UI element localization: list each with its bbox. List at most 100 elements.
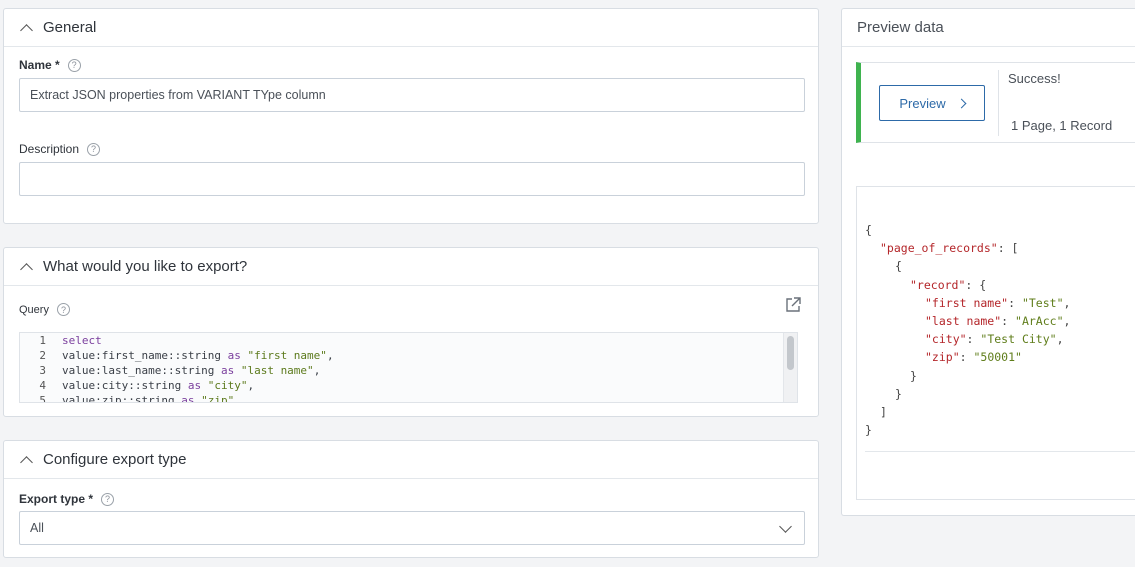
json-token: : { <box>965 277 987 292</box>
export-type-label: Export type * ? <box>19 492 115 506</box>
chevron-up-icon[interactable] <box>20 262 33 276</box>
preview-status-card: Preview Success! 1 Page, 1 Record <box>856 62 1135 143</box>
json-line: "last name": "ArAcc", <box>865 312 1070 330</box>
json-token: "first name" <box>925 295 1009 310</box>
json-token: "50001" <box>973 350 1022 365</box>
code-token: , <box>326 349 334 362</box>
help-circle-icon[interactable]: ? <box>56 303 70 316</box>
general-header[interactable]: General <box>4 9 818 47</box>
status-divider <box>998 70 999 136</box>
code-line[interactable]: 1 select <box>20 333 797 348</box>
description-label: Description ? <box>19 142 101 156</box>
query-label: Query ? <box>19 303 70 316</box>
help-circle-icon[interactable]: ? <box>67 58 81 72</box>
json-token: "zip" <box>925 350 960 365</box>
json-bottom-divider <box>865 451 1135 452</box>
json-token: , <box>1056 332 1064 347</box>
json-token: , <box>1063 314 1071 329</box>
code-token: "city" <box>207 379 248 392</box>
json-token: { <box>865 223 872 237</box>
line-number: 2 <box>39 349 46 362</box>
json-line: } <box>865 385 1070 403</box>
json-output: {"page_of_records": [{"record": {"first … <box>865 221 1070 439</box>
code-token: value:first_name::string <box>62 349 228 362</box>
code-token: select <box>62 334 102 347</box>
export-panel: What would you like to export? Query ? 1… <box>3 247 819 417</box>
code-line[interactable]: 3 value:last_name::string as "last name", <box>20 363 797 378</box>
chevron-right-icon <box>956 98 967 108</box>
editor-scrollbar[interactable] <box>783 333 797 402</box>
json-token: "ArAcc" <box>1015 314 1064 329</box>
editor-scrollbar-thumb[interactable] <box>787 336 794 370</box>
json-token: , <box>1063 295 1071 310</box>
code-token: "last name" <box>240 364 314 377</box>
code-line[interactable]: 4 value:city::string as "city", <box>20 378 797 393</box>
code-token: as <box>220 364 235 377</box>
json-token: "last name" <box>925 314 1002 329</box>
export-type-selected: All <box>30 521 44 535</box>
status-text: Success! <box>1008 71 1061 86</box>
export-type-select[interactable]: All <box>19 511 805 545</box>
json-line: "first name": "Test", <box>865 294 1070 312</box>
name-input-value: Extract JSON properties from VARIANT TYp… <box>30 88 326 102</box>
json-token: "city" <box>925 332 967 347</box>
json-token: } <box>910 368 917 383</box>
code-line[interactable]: 2 value:first_name::string as "first name… <box>20 348 797 363</box>
chevron-down-icon[interactable] <box>779 520 792 533</box>
json-line: "zip": "50001" <box>865 348 1070 366</box>
json-token: "record" <box>910 277 966 292</box>
chevron-up-icon[interactable] <box>20 455 33 469</box>
export-title: What would you like to export? <box>43 258 248 275</box>
line-number: 4 <box>39 379 46 392</box>
line-number: 1 <box>39 334 46 347</box>
line-number: 5 <box>39 394 46 403</box>
json-token: "page_of_records" <box>880 241 998 256</box>
record-summary: 1 Page, 1 Record <box>1011 118 1113 133</box>
json-line: ] <box>865 403 1070 421</box>
code-token: as <box>227 349 241 362</box>
code-token: value:city::string <box>62 379 188 392</box>
export-header[interactable]: What would you like to export? <box>4 248 818 286</box>
code-token: as <box>187 379 202 392</box>
name-label: Name * ? <box>19 58 81 72</box>
external-link-icon[interactable] <box>784 296 802 314</box>
description-input[interactable] <box>19 162 805 196</box>
preview-header: Preview data <box>842 9 1135 47</box>
name-input[interactable]: Extract JSON properties from VARIANT TYp… <box>19 78 805 112</box>
export-type-panel: Configure export type Export type * ? Al… <box>3 440 819 558</box>
general-panel: General Name * ? Extract JSON properties… <box>3 8 819 224</box>
json-line: { <box>865 221 1070 239</box>
json-line: "page_of_records": [ <box>865 239 1070 257</box>
json-token: : <box>1001 314 1016 329</box>
json-output-box: {"page_of_records": [{"record": {"first … <box>856 186 1135 500</box>
json-token: : [ <box>997 241 1019 256</box>
preview-button[interactable]: Preview <box>879 85 985 121</box>
json-line: "record": { <box>865 276 1070 294</box>
code-token: value:last_name::string <box>62 364 221 377</box>
export-type-header[interactable]: Configure export type <box>4 441 818 479</box>
code-token: , <box>247 379 255 392</box>
general-title: General <box>43 19 97 36</box>
json-token: : <box>1008 295 1022 310</box>
json-line: } <box>865 367 1070 385</box>
json-token: "Test" <box>1021 295 1064 310</box>
json-token: "Test City" <box>980 332 1057 347</box>
json-line: { <box>865 257 1070 275</box>
query-editor[interactable]: 1 select 2 value:first_name::string as "fir… <box>19 332 798 403</box>
chevron-up-icon[interactable] <box>20 23 33 37</box>
json-token: } <box>895 386 902 401</box>
json-line: } <box>865 421 1070 439</box>
code-token: , <box>313 364 321 377</box>
help-circle-icon[interactable]: ? <box>87 142 101 156</box>
line-number: 3 <box>39 364 46 377</box>
json-token: { <box>895 259 902 274</box>
help-circle-icon[interactable]: ? <box>101 492 115 506</box>
json-token: : <box>959 350 974 365</box>
json-token: } <box>865 423 872 438</box>
code-line[interactable]: 5 value:zip::string as "zip" <box>20 393 797 403</box>
json-token: : <box>966 332 981 347</box>
json-line: "city": "Test City", <box>865 330 1070 348</box>
